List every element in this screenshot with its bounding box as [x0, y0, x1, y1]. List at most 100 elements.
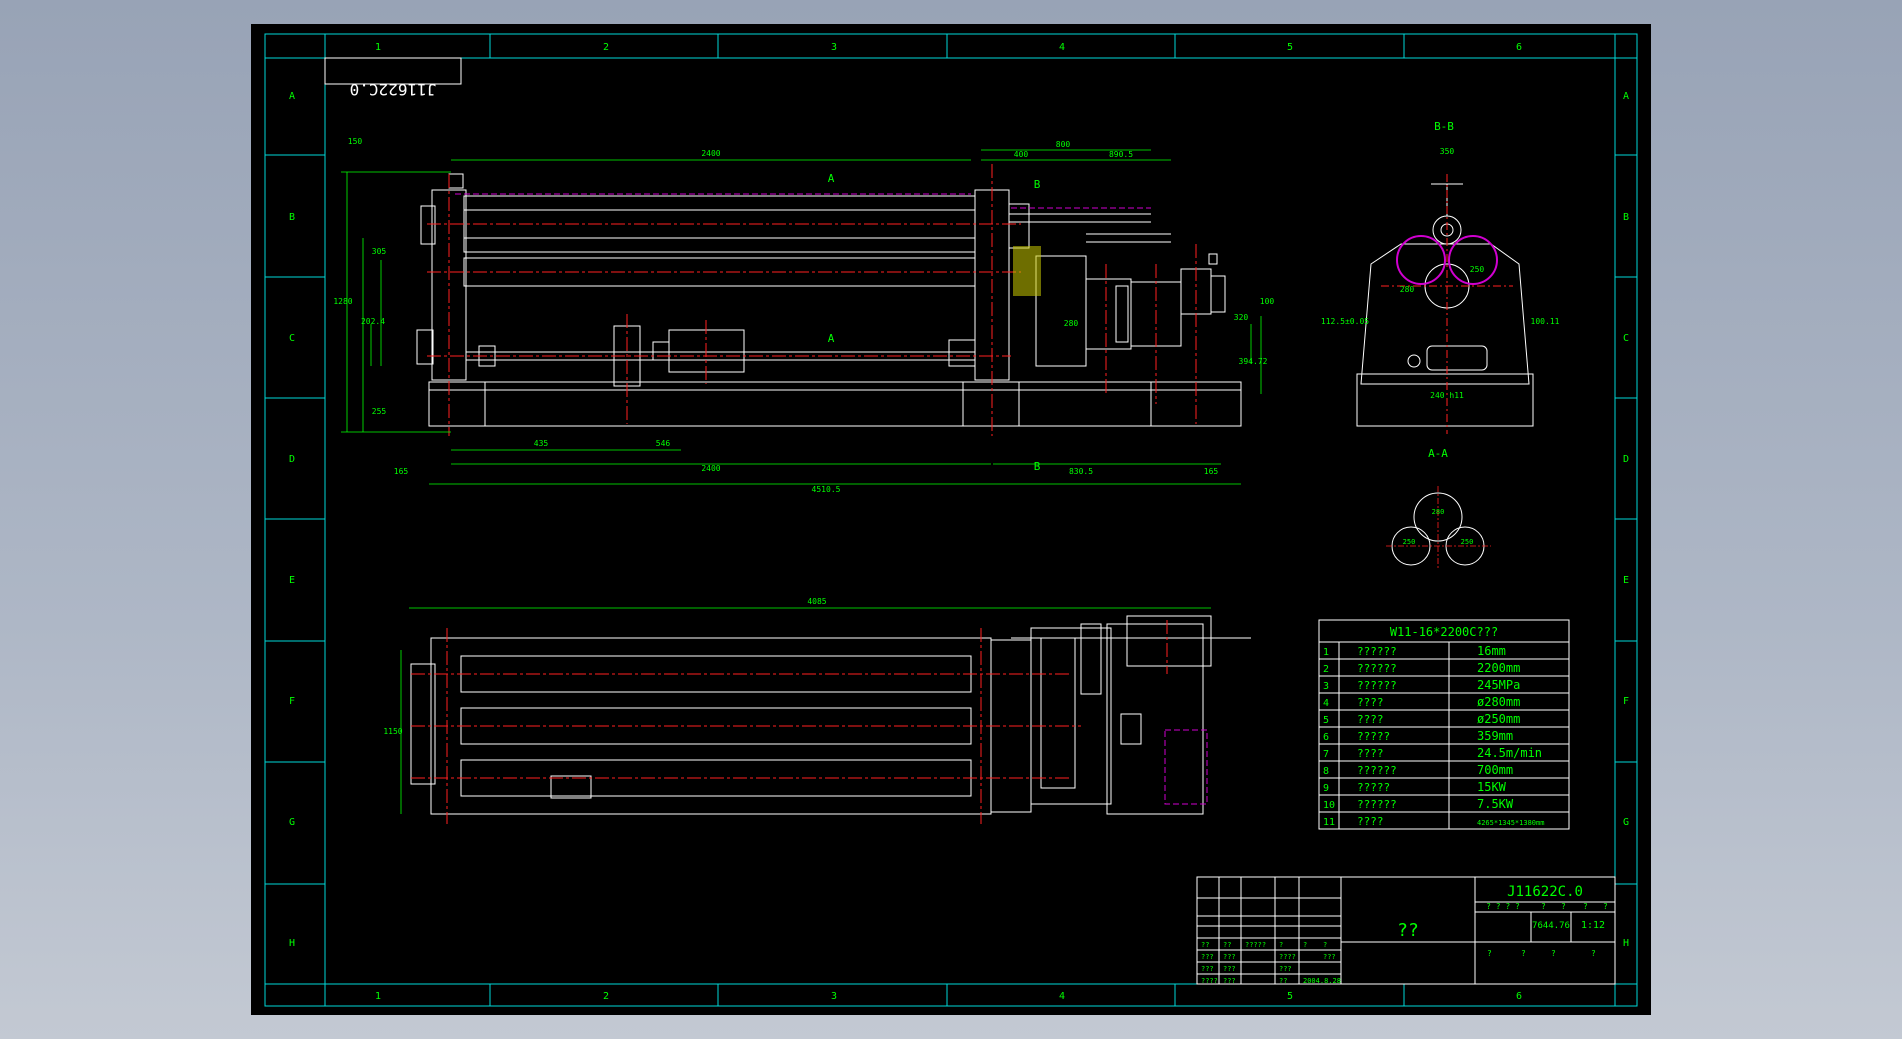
spec-row-value: 2200mm	[1477, 661, 1520, 675]
title-block-cell: ?	[1323, 941, 1327, 949]
col-1-bottom: 1	[375, 991, 381, 1002]
col-4-bottom: 4	[1059, 991, 1065, 1002]
col-1-top: 1	[375, 42, 381, 53]
dim-4510: 4510.5	[812, 485, 841, 494]
dim-800-top: 800	[1056, 140, 1071, 149]
bb-dim-350: 350	[1440, 147, 1455, 156]
section-a-top: A	[828, 172, 835, 185]
title-block-cell: ????	[1279, 953, 1296, 961]
title-small-4: ?	[1603, 902, 1608, 911]
spec-row-name: ?????	[1357, 781, 1390, 794]
row-h-left: H	[289, 938, 295, 949]
spec-row-value: 359mm	[1477, 729, 1513, 743]
title-header-marks: ? ? ? ?	[1486, 902, 1520, 911]
drawing-sheet: 1 2 3 4 5 6 1 2 3 4 5 6 A B C D E F G H …	[251, 24, 1651, 1015]
spec-row-value: ø250mm	[1477, 712, 1520, 726]
title-block-cell: ???	[1223, 977, 1236, 985]
dim-394: 394.72	[1239, 357, 1268, 366]
title-block-cell: ???	[1223, 965, 1236, 973]
spec-row-no: 11	[1323, 817, 1335, 828]
col-5-top: 5	[1287, 42, 1293, 53]
title-mark-3: ?	[1551, 949, 1556, 958]
aa-dim-280: 280	[1432, 508, 1445, 516]
spec-row-no: 8	[1323, 766, 1329, 777]
row-g-left: G	[289, 817, 295, 828]
dim-2400-bottom: 2400	[701, 464, 720, 473]
dim-100: 100	[1260, 297, 1275, 306]
title-block-cell: ???	[1279, 965, 1292, 973]
title-block-cell: ???	[1201, 953, 1214, 961]
title-small-3: ?	[1583, 902, 1588, 911]
title-block-cell: ?	[1279, 941, 1283, 949]
title-small-1: ?	[1541, 902, 1546, 911]
spec-row-value: 24.5m/min	[1477, 746, 1542, 760]
row-b-left: B	[289, 212, 295, 223]
title-weight: 7644.76	[1532, 921, 1570, 931]
title-drawing-no: J11622C.0	[1507, 884, 1583, 900]
spec-row-name: ?????	[1357, 730, 1390, 743]
title-small-2: ?	[1561, 902, 1566, 911]
row-h-right: H	[1623, 938, 1629, 949]
spec-row-value: 245MPa	[1477, 678, 1520, 692]
spec-row-no: 4	[1323, 698, 1329, 709]
col-3-bottom: 3	[831, 991, 837, 1002]
row-g-right: G	[1623, 817, 1629, 828]
spec-table: W11-16*2200C??? 1?????? 16mm 2?????? 2200mm…	[1318, 619, 1570, 830]
row-c-left: C	[289, 333, 295, 344]
dim-546: 546	[656, 439, 671, 448]
dim-2400-top: 2400	[701, 149, 720, 158]
bb-dim-250: 250	[1470, 265, 1485, 274]
spec-table-title: W11-16*2200C???	[1390, 625, 1498, 639]
spec-row-value: ø280mm	[1477, 695, 1520, 709]
spec-row-name: ????	[1357, 713, 1384, 726]
section-b-bottom: B	[1034, 460, 1041, 473]
spec-row-no: 3	[1323, 681, 1329, 692]
dim-1280: 1280	[333, 297, 352, 306]
dim-830: 830.5	[1069, 467, 1093, 476]
top-view: 4085 1150	[383, 597, 1251, 824]
spec-row-value: 4265*1345*1380mm	[1477, 819, 1544, 827]
row-a-right: A	[1623, 91, 1629, 102]
cad-canvas: 1 2 3 4 5 6 1 2 3 4 5 6 A B C D E F G H …	[264, 33, 1638, 1007]
title-mark-4: ?	[1591, 949, 1596, 958]
col-6-bottom: 6	[1516, 991, 1522, 1002]
spec-row-no: 2	[1323, 664, 1329, 675]
row-f-right: F	[1623, 696, 1629, 707]
section-bb-view: B-B 350 280 250 112.5±0.05 100.11 240 h1…	[1321, 120, 1560, 434]
row-e-right: E	[1623, 575, 1629, 586]
title-block-cell: ???	[1323, 953, 1336, 961]
col-4-top: 4	[1059, 42, 1065, 53]
spec-row-no: 7	[1323, 749, 1329, 760]
spec-row-no: 9	[1323, 783, 1329, 794]
aa-dim-250-left: 250	[1403, 538, 1416, 546]
col-6-top: 6	[1516, 42, 1522, 53]
title-block-cell: ???	[1201, 965, 1214, 973]
dim-320: 320	[1234, 313, 1249, 322]
col-5-bottom: 5	[1287, 991, 1293, 1002]
dim-305: 305	[372, 247, 387, 256]
spec-row-name: ??????	[1357, 679, 1397, 692]
top-dim-4085: 4085	[807, 597, 826, 606]
spec-row-value: 15KW	[1477, 780, 1507, 794]
spec-row-value: 700mm	[1477, 763, 1513, 777]
dim-890-top: 890.5	[1109, 150, 1133, 159]
spec-row-value: 16mm	[1477, 644, 1506, 658]
sheet-frame	[264, 33, 1638, 1007]
row-f-left: F	[289, 696, 295, 707]
spec-row-no: 10	[1323, 800, 1335, 811]
row-c-right: C	[1623, 333, 1629, 344]
top-dim-1150: 1150	[383, 727, 402, 736]
grid-labels: 1 2 3 4 5 6 1 2 3 4 5 6 A B C D E F G H …	[289, 42, 1629, 1002]
bb-dim-240: 240 h11	[1430, 391, 1464, 400]
row-b-right: B	[1623, 212, 1629, 223]
aa-dim-250-right: 250	[1461, 538, 1474, 546]
bb-dim-280: 280	[1400, 285, 1415, 294]
title-scale: 1:12	[1581, 920, 1605, 931]
section-b-top: B	[1034, 178, 1041, 191]
spec-row-name: ????	[1357, 815, 1384, 828]
mirrored-code-box: J11622C.0	[324, 57, 462, 99]
title-block-cell: ??	[1223, 941, 1231, 949]
col-2-top: 2	[603, 42, 609, 53]
title-mark-1: ?	[1487, 949, 1492, 958]
section-aa-label: A-A	[1428, 447, 1448, 460]
